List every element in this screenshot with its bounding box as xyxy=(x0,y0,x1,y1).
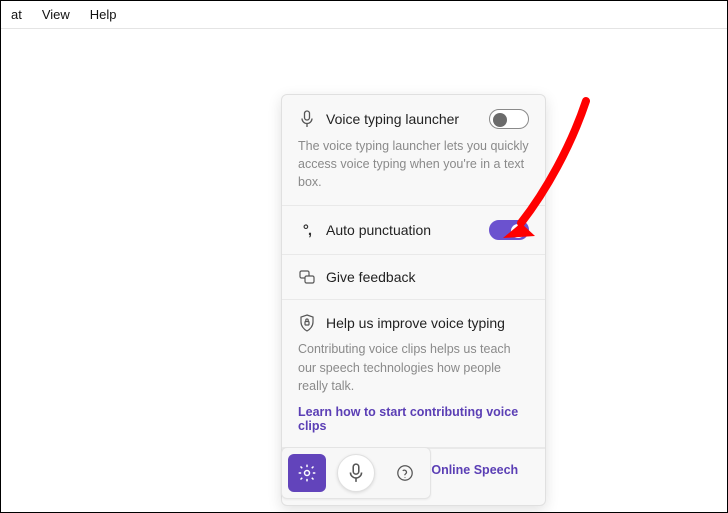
punctuation-icon: °, xyxy=(298,222,316,239)
shield-lock-icon xyxy=(298,314,316,332)
voice-typing-toolbar xyxy=(281,447,431,499)
launcher-label: Voice typing launcher xyxy=(326,111,479,127)
voice-typing-settings-panel: Voice typing launcher The voice typing l… xyxy=(281,94,546,506)
menu-item-cut[interactable]: at xyxy=(1,1,32,29)
help-button[interactable] xyxy=(386,454,424,492)
feedback-icon xyxy=(298,269,316,285)
section-improve: Help us improve voice typing Contributin… xyxy=(282,300,545,447)
punctuation-toggle[interactable] xyxy=(489,220,529,240)
section-feedback[interactable]: Give feedback xyxy=(282,255,545,300)
menu-bar: at View Help xyxy=(1,1,727,29)
mic-icon xyxy=(348,463,364,483)
improve-desc: Contributing voice clips helps us teach … xyxy=(298,340,529,394)
feedback-label: Give feedback xyxy=(326,269,529,285)
section-launcher: Voice typing launcher The voice typing l… xyxy=(282,95,545,206)
mic-button[interactable] xyxy=(337,454,375,492)
launcher-desc: The voice typing launcher lets you quick… xyxy=(298,137,529,191)
improve-label: Help us improve voice typing xyxy=(326,315,529,331)
punctuation-label: Auto punctuation xyxy=(326,222,479,238)
gear-icon xyxy=(297,463,317,483)
mic-icon xyxy=(298,110,316,128)
launcher-toggle[interactable] xyxy=(489,109,529,129)
section-punctuation: °, Auto punctuation xyxy=(282,206,545,255)
help-icon xyxy=(396,464,414,482)
settings-button[interactable] xyxy=(288,454,326,492)
menu-item-view[interactable]: View xyxy=(32,1,80,29)
improve-link[interactable]: Learn how to start contributing voice cl… xyxy=(298,405,529,433)
menu-item-help[interactable]: Help xyxy=(80,1,127,29)
